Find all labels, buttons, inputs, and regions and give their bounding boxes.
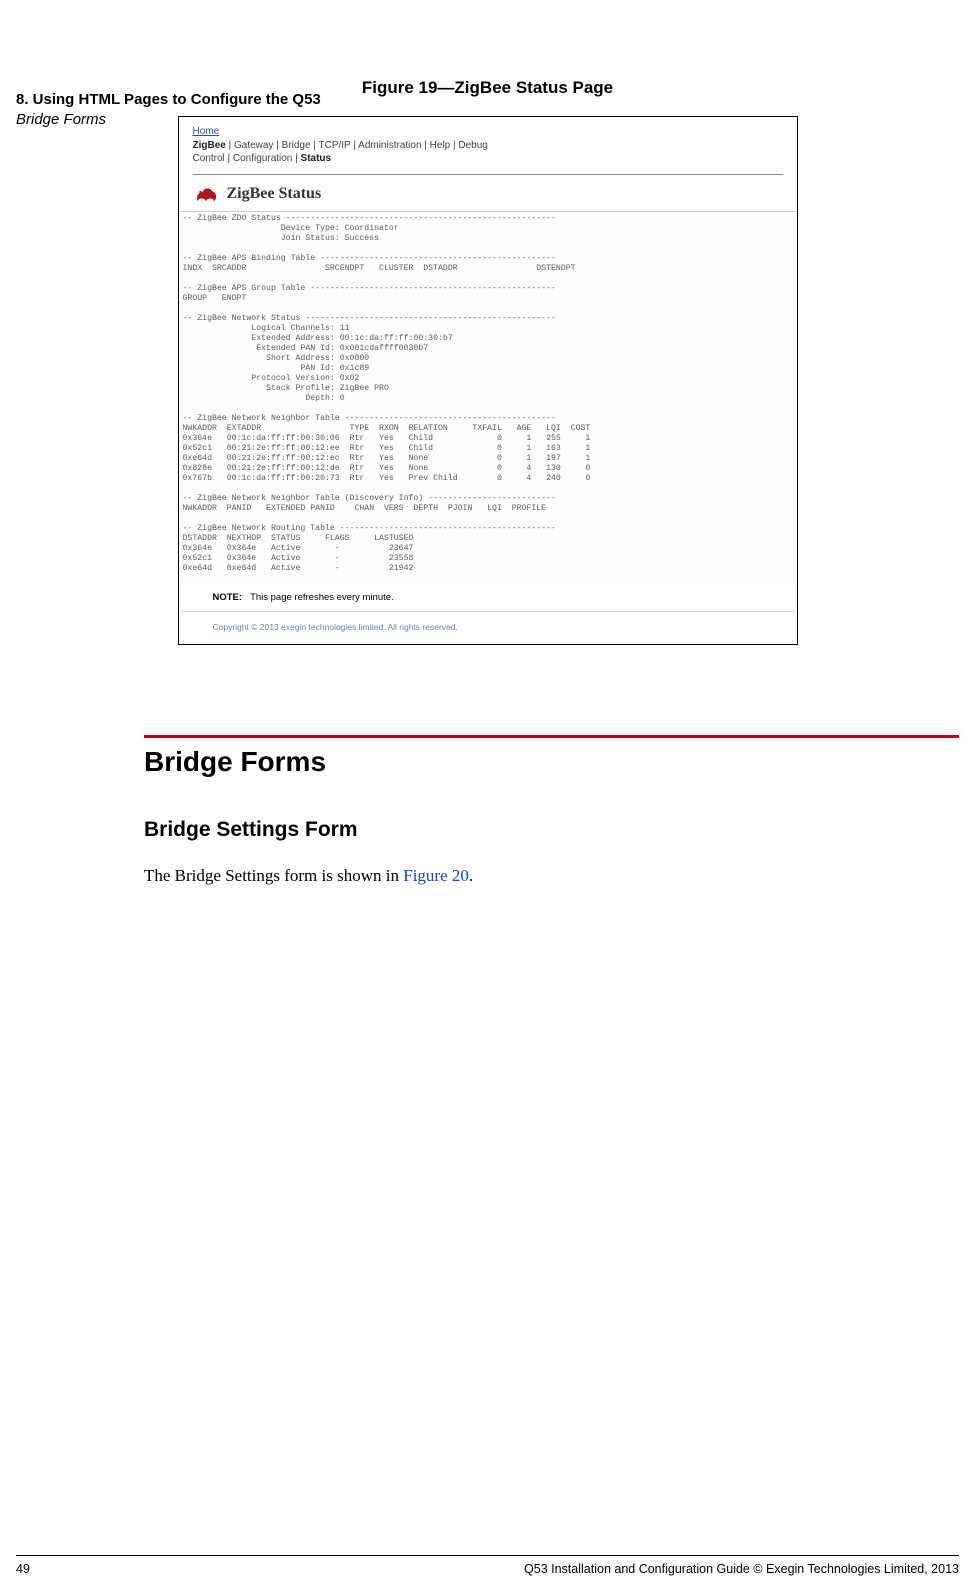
section-rule (144, 735, 959, 738)
subsection-heading: Bridge Settings Form (144, 818, 975, 842)
screenshot-title: ZigBee Status (227, 185, 322, 203)
figure-reference-link[interactable]: Figure 20 (403, 866, 469, 885)
screenshot-status-text: -- ZigBee ZDO Status -------------------… (179, 211, 797, 582)
page-footer: 49 Q53 Installation and Configuration Gu… (16, 1555, 959, 1576)
breadcrumb-zigbee[interactable]: ZigBee (193, 140, 226, 151)
breadcrumb-status[interactable]: Status (301, 153, 332, 164)
running-header: 8. Using HTML Pages to Configure the Q53… (16, 90, 321, 129)
section-heading: Bridge Forms (144, 746, 975, 778)
note-label: NOTE: (213, 592, 243, 603)
note-text: This page refreshes every minute. (250, 592, 394, 603)
header-line2: Bridge Forms (16, 110, 321, 130)
page-number: 49 (16, 1562, 46, 1576)
body-text-prefix: The Bridge Settings form is shown in (144, 866, 403, 885)
screenshot-frame: Home ZigBee | Gateway | Bridge | TCP/IP … (178, 116, 798, 645)
header-line1: 8. Using HTML Pages to Configure the Q53 (16, 90, 321, 110)
breadcrumb-row1-rest: | Gateway | Bridge | TCP/IP | Administra… (226, 140, 488, 151)
footer-text: Q53 Installation and Configuration Guide… (524, 1562, 959, 1576)
breadcrumb-row2-prefix: Control | Configuration | (193, 153, 301, 164)
zigbee-icon (193, 183, 219, 205)
body-text-suffix: . (469, 866, 473, 885)
screenshot-note: NOTE: This page refreshes every minute. (179, 582, 797, 607)
screenshot-title-row: ZigBee Status (179, 175, 797, 211)
body-paragraph: The Bridge Settings form is shown in Fig… (144, 866, 975, 886)
screenshot-copyright: Copyright © 2013 exegin technologies lim… (179, 611, 797, 644)
